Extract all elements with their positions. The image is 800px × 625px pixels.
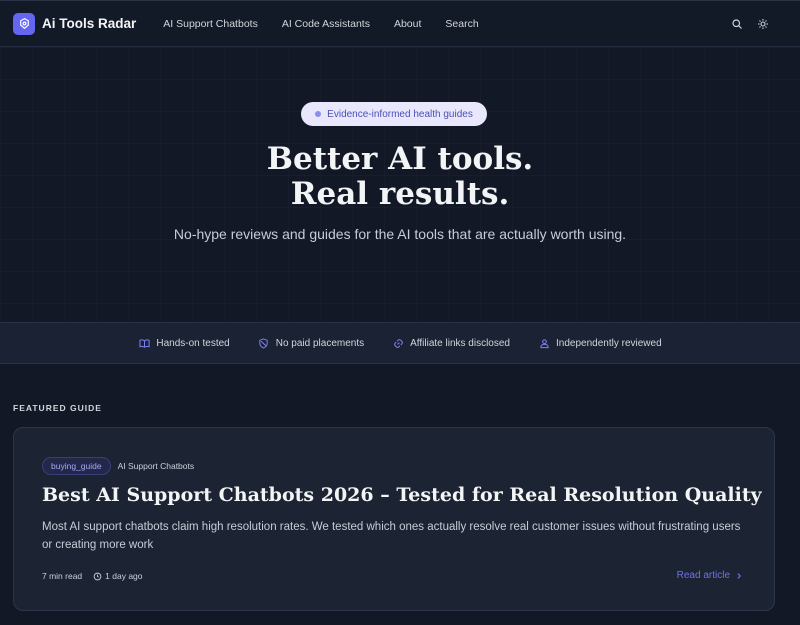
- read-article-label: Read article: [676, 570, 730, 581]
- trust-label: Hands-on tested: [156, 337, 230, 349]
- trust-label: Affiliate links disclosed: [410, 337, 510, 349]
- clock-icon: [93, 572, 102, 580]
- trust-item-no-paid: No paid placements: [258, 337, 364, 349]
- guide-type-badge[interactable]: buying_guide: [42, 457, 111, 475]
- hero-badge: Evidence-informed health guides: [301, 102, 487, 126]
- trust-item-independent: Independently reviewed: [538, 337, 662, 349]
- user-icon: [538, 337, 550, 349]
- hero-title-line-1: Better AI tools.: [266, 141, 534, 177]
- book-icon: [138, 337, 150, 349]
- card-tags: buying_guide AI Support Chatbots: [42, 457, 194, 475]
- badge-dot-icon: [315, 111, 322, 117]
- main-nav: AI Support Chatbots AI Code Assistants A…: [163, 18, 502, 30]
- published-label: 1 day ago: [105, 571, 143, 581]
- nav-ai-support-chatbots[interactable]: AI Support Chatbots: [163, 18, 258, 30]
- nav-about[interactable]: About: [394, 18, 421, 30]
- hero-title: Better AI tools. Real results.: [0, 142, 800, 212]
- hero-badge-label: Evidence-informed health guides: [327, 108, 473, 120]
- hero-title-line-2: Real results.: [290, 176, 510, 212]
- brand-name: Ai Tools Radar: [42, 16, 137, 31]
- trust-item-affiliate: Affiliate links disclosed: [392, 337, 510, 349]
- no-entry-icon: [258, 337, 270, 349]
- card-description: Most AI support chatbots claim high reso…: [42, 521, 741, 551]
- sun-icon[interactable]: [756, 17, 770, 31]
- trust-bar: Hands-on tested No paid placements Affil…: [0, 322, 800, 364]
- trust-item-hands-on: Hands-on tested: [138, 337, 230, 349]
- card-meta: 7 min read 1 day ago: [42, 571, 143, 581]
- read-article-link[interactable]: Read article: [677, 570, 744, 581]
- search-icon[interactable]: [730, 17, 744, 31]
- hero-subtitle: No-hype reviews and guides for the AI to…: [173, 226, 627, 242]
- top-nav-bar: Ai Tools Radar AI Support Chatbots AI Co…: [0, 0, 800, 47]
- link-icon: [392, 337, 404, 349]
- card-title[interactable]: Best AI Support Chatbots 2026 – Tested f…: [42, 484, 762, 506]
- nav-ai-code-assistants[interactable]: AI Code Assistants: [282, 18, 370, 30]
- nav-search[interactable]: Search: [445, 18, 478, 30]
- published-time: 1 day ago: [93, 571, 143, 581]
- read-time: 7 min read: [42, 571, 83, 581]
- trust-label: Independently reviewed: [556, 337, 662, 349]
- brand-link[interactable]: Ai Tools Radar: [13, 12, 137, 35]
- trust-label: No paid placements: [275, 337, 365, 349]
- featured-section-label: FEATURED GUIDE: [13, 403, 102, 413]
- hero-section: Evidence-informed health guides Better A…: [0, 47, 800, 322]
- featured-guide-card[interactable]: buying_guide AI Support Chatbots Best AI…: [13, 427, 775, 611]
- category-label[interactable]: AI Support Chatbots: [118, 461, 195, 471]
- radar-logo-icon: [13, 12, 35, 35]
- chevron-right-icon: [737, 572, 742, 579]
